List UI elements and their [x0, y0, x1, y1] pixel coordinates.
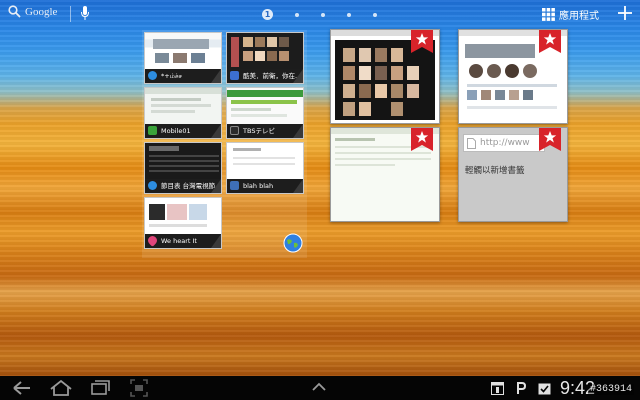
search-icon — [8, 5, 21, 18]
apps-grid-icon — [542, 8, 555, 21]
back-icon[interactable] — [12, 379, 32, 397]
bookmark-favicon — [148, 71, 157, 80]
google-search-label: Google — [25, 5, 58, 18]
bookmark-thumbnail — [145, 143, 221, 179]
p-notification-icon[interactable] — [516, 381, 526, 395]
page-dot[interactable] — [347, 12, 351, 17]
browser-bookmarks-widget: *+ம்ச்ச 酷美．前衛，你在... Mobile01 TBSテレビ 節目表 … — [142, 30, 307, 258]
bookmark-tile[interactable]: TBSテレビ — [226, 87, 304, 139]
calendar-notification-icon[interactable] — [491, 381, 504, 395]
system-navigation-bar: 9:42 — [0, 376, 640, 400]
microphone-icon — [81, 6, 89, 20]
add-widget-button[interactable] — [614, 2, 636, 24]
bookmark-ribbon-icon[interactable] — [539, 29, 561, 53]
bookmark-tile[interactable]: 酷美．前衛，你在... — [226, 32, 304, 84]
bookmark-thumbnail — [145, 198, 221, 234]
bookmark-favicon — [230, 181, 239, 190]
apps-button[interactable]: 應用程式 — [542, 7, 599, 22]
home-icon[interactable] — [50, 379, 72, 397]
page-icon — [467, 138, 476, 149]
tab-card[interactable] — [330, 127, 440, 222]
bookmark-favicon — [148, 181, 157, 190]
bookmark-tile[interactable]: 節目表 台灣電視節... — [144, 142, 222, 194]
page-dot[interactable] — [295, 12, 299, 17]
plus-icon — [618, 6, 632, 20]
watermark: #363914 — [588, 384, 635, 395]
url-hint-text: http://www — [480, 138, 530, 148]
tab-card[interactable] — [458, 29, 568, 124]
bookmark-ribbon-icon[interactable] — [539, 127, 561, 151]
screenshot-icon[interactable] — [130, 379, 148, 397]
bookmark-ribbon-icon[interactable] — [411, 29, 433, 53]
page-dot[interactable] — [373, 12, 377, 17]
bookmark-thumbnail — [145, 33, 221, 69]
bookmark-thumbnail — [227, 33, 303, 69]
bookmark-thumbnail — [227, 88, 303, 124]
bookmark-ribbon-icon[interactable] — [411, 127, 433, 151]
bookmark-favicon — [230, 126, 239, 135]
page-dot[interactable] — [321, 12, 325, 17]
bookmark-tile[interactable]: *+ம்ச்ச — [144, 32, 222, 84]
current-page-dot: 1 — [262, 9, 273, 20]
apps-label: 應用程式 — [559, 11, 599, 22]
home-page-indicator[interactable]: 1 — [262, 9, 377, 20]
url-hint-field: http://www — [463, 134, 545, 152]
bookmark-favicon — [148, 126, 157, 135]
tab-card[interactable] — [330, 29, 440, 124]
bookmark-tile[interactable]: We heart It — [144, 197, 222, 249]
top-bar: Google 1 應用程式 — [0, 0, 640, 30]
bookmark-thumbnail — [227, 143, 303, 179]
search-divider — [70, 6, 71, 22]
add-bookmark-card[interactable]: http://www 輕觸以新增書籤 — [458, 127, 568, 222]
add-bookmark-hint: 輕觸以新增書籤 — [465, 166, 525, 176]
voice-search-button[interactable] — [80, 5, 90, 25]
google-search-box[interactable]: Google — [8, 5, 57, 18]
task-notification-icon[interactable] — [538, 381, 551, 395]
bookmark-thumbnail — [145, 88, 221, 124]
bookmark-favicon — [230, 71, 239, 80]
recent-apps-icon[interactable] — [90, 379, 110, 397]
bookmark-tile[interactable]: Mobile01 — [144, 87, 222, 139]
bookmark-tile[interactable]: blah blah — [226, 142, 304, 194]
globe-icon[interactable] — [283, 233, 303, 253]
chevron-up-icon[interactable] — [311, 382, 327, 392]
